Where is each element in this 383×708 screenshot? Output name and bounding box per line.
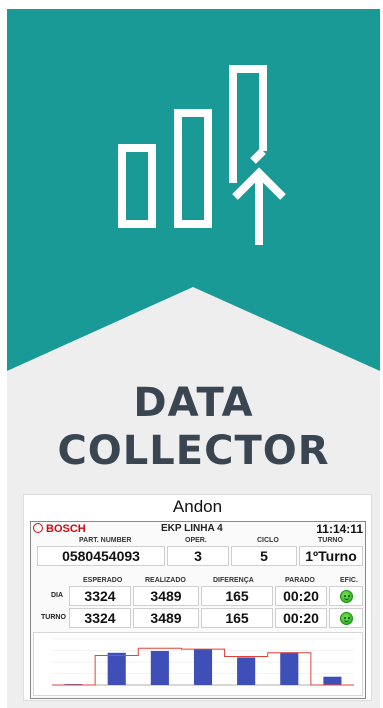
turno-realizado: 3489 bbox=[133, 608, 199, 628]
turno-parado: 00:20 bbox=[275, 608, 327, 628]
turno-diferenca: 165 bbox=[201, 608, 273, 628]
turno-esperado: 3324 bbox=[69, 608, 131, 628]
brand-logo-icon bbox=[33, 523, 43, 533]
dia-diferenca: 165 bbox=[201, 586, 273, 606]
oper-value: 3 bbox=[167, 546, 229, 566]
production-chart bbox=[33, 632, 363, 696]
turno-value: 1ºTurno bbox=[299, 546, 363, 566]
row-label-dia: DIA bbox=[51, 592, 64, 599]
production-chart-svg bbox=[52, 638, 354, 686]
header-esperado: ESPERADO bbox=[83, 577, 123, 584]
row-label-turno: TURNO bbox=[41, 614, 66, 621]
smiley-green-icon bbox=[340, 612, 353, 625]
header-diferenca: DIFERENÇA bbox=[213, 577, 254, 584]
dia-esperado: 3324 bbox=[69, 586, 131, 606]
clock: 11:14:11 bbox=[316, 522, 363, 536]
andon-preview: Andon BOSCH EKP LINHA 4 11:14:11 PART. N… bbox=[23, 494, 372, 701]
dia-realizado: 3489 bbox=[133, 586, 199, 606]
dia-parado: 00:20 bbox=[275, 586, 327, 606]
header-parado: PARADO bbox=[285, 577, 315, 584]
header-ciclo: CICLO bbox=[257, 537, 279, 544]
header-realizado: REALIZADO bbox=[145, 577, 186, 584]
chart-bar bbox=[150, 650, 169, 685]
banner-background bbox=[7, 9, 380, 371]
board-header: BOSCH EKP LINHA 4 11:14:11 bbox=[31, 522, 365, 536]
chart-bar bbox=[237, 657, 256, 685]
chart-bar bbox=[323, 676, 342, 685]
app-title-line-1: DATA bbox=[133, 380, 254, 426]
app-title-line-2: COLLECTOR bbox=[57, 428, 330, 474]
andon-board: BOSCH EKP LINHA 4 11:14:11 PART. NUMBER … bbox=[30, 521, 366, 699]
dia-efic-cell bbox=[329, 586, 363, 606]
chart-bar bbox=[193, 649, 213, 685]
part-number-value: 0580454093 bbox=[37, 546, 165, 566]
header-turno: TURNO bbox=[318, 537, 343, 544]
header-efic: EFIC. bbox=[340, 577, 358, 584]
header-oper: OPER. bbox=[185, 537, 207, 544]
line-name: EKP LINHA 4 bbox=[161, 523, 223, 534]
brand-name: BOSCH bbox=[46, 523, 86, 535]
preview-caption: Andon bbox=[172, 497, 223, 516]
smiley-green-icon bbox=[340, 590, 353, 603]
ciclo-value: 5 bbox=[231, 546, 297, 566]
chart-bar bbox=[107, 652, 126, 685]
header-part-number: PART. NUMBER bbox=[79, 537, 132, 544]
turno-efic-cell bbox=[329, 608, 363, 628]
app-banner bbox=[7, 9, 380, 371]
chart-bar bbox=[280, 652, 299, 685]
